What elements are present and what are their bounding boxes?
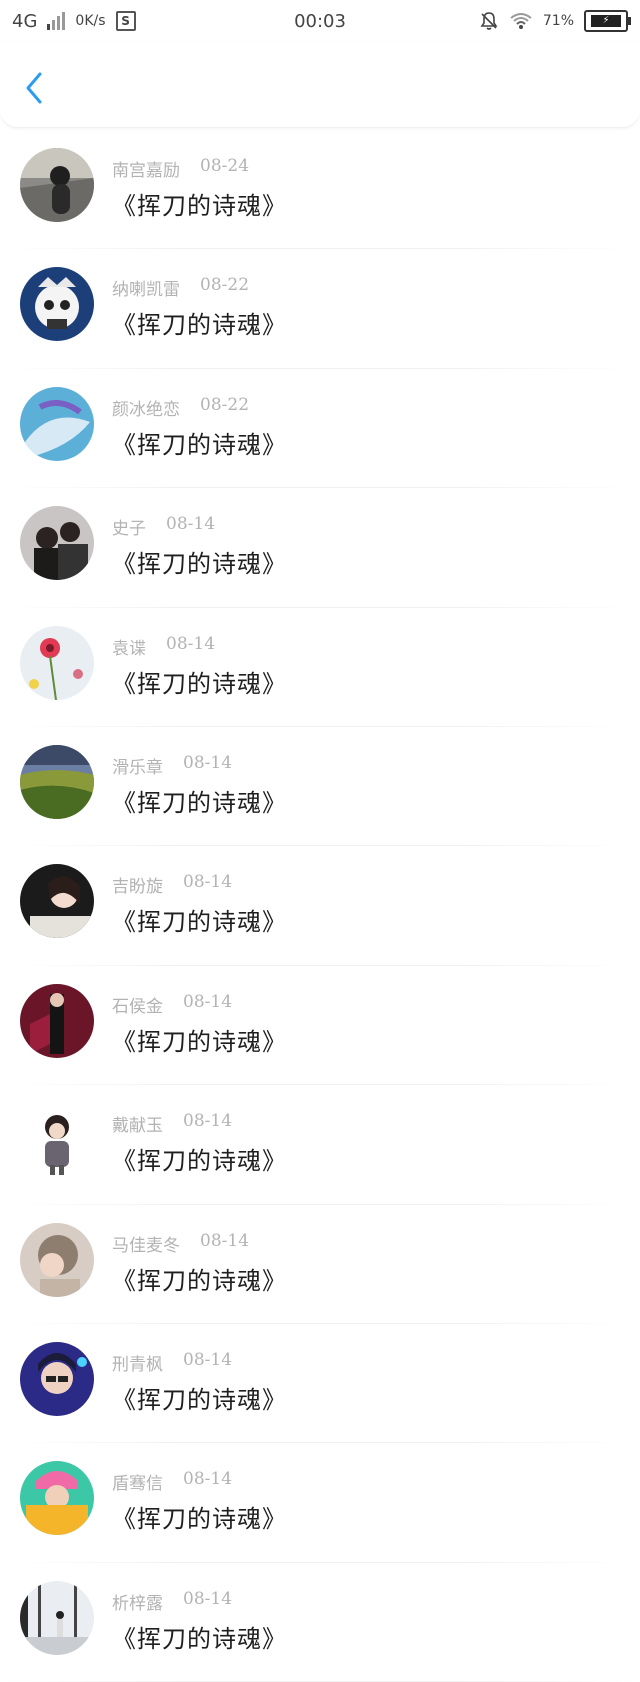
author-name: 史子: [112, 519, 146, 540]
author-name: 析梓露: [112, 1593, 163, 1614]
item-meta: 盾骞信 08-14: [112, 1469, 232, 1494]
list-item[interactable]: 戴献玉 08-14 《挥刀的诗魂》: [0, 1085, 640, 1205]
comment-list: 南宫嘉励 08-24 《挥刀的诗魂》 纳喇凯雷 08-22 《挥刀的诗魂》 颜冰…: [0, 130, 640, 1682]
list-item[interactable]: 颜冰绝恋 08-22 《挥刀的诗魂》: [0, 369, 640, 489]
item-meta: 戴献玉 08-14: [112, 1111, 232, 1136]
avatar[interactable]: [20, 983, 94, 1058]
list-item[interactable]: 盾骞信 08-14 《挥刀的诗魂》: [0, 1443, 640, 1563]
list-item[interactable]: 析梓露 08-14 《挥刀的诗魂》: [0, 1563, 640, 1682]
item-title: 《挥刀的诗魂》: [112, 669, 287, 698]
item-title: 《挥刀的诗魂》: [112, 1147, 287, 1176]
item-meta: 吉盼旋 08-14: [112, 872, 232, 897]
list-item[interactable]: 刑青枫 08-14 《挥刀的诗魂》: [0, 1324, 640, 1444]
author-name: 马佳麦冬: [112, 1235, 180, 1256]
list-item[interactable]: 纳喇凯雷 08-22 《挥刀的诗魂》: [0, 249, 640, 369]
author-name: 戴献玉: [112, 1116, 163, 1137]
item-title: 《挥刀的诗魂》: [112, 192, 287, 220]
item-date: 08-14: [183, 991, 233, 1012]
avatar[interactable]: [20, 386, 94, 461]
author-name: 滑乐章: [112, 757, 163, 778]
list-item[interactable]: 史子 08-14 《挥刀的诗魂》: [0, 488, 640, 608]
avatar[interactable]: [20, 1461, 94, 1536]
item-title: 《挥刀的诗魂》: [112, 908, 287, 937]
item-date: 08-14: [166, 633, 216, 654]
chevron-left-icon: [26, 72, 42, 104]
item-date: 08-14: [166, 514, 216, 535]
avatar[interactable]: [20, 625, 94, 700]
avatar[interactable]: [20, 506, 94, 581]
avatar[interactable]: [20, 1341, 94, 1416]
speed-label: 0K/s: [75, 13, 106, 29]
author-name: 石侯金: [112, 996, 163, 1017]
list-item[interactable]: 袁谍 08-14 《挥刀的诗魂》: [0, 608, 640, 727]
avatar[interactable]: [20, 148, 94, 222]
item-date: 08-22: [200, 275, 250, 296]
avatar[interactable]: [20, 267, 94, 342]
item-date: 08-22: [200, 394, 250, 415]
clock: 00:03: [294, 10, 346, 32]
item-title: 《挥刀的诗魂》: [112, 1266, 287, 1295]
battery-percent: 71%: [542, 13, 574, 29]
avatar[interactable]: [20, 744, 94, 819]
item-date: 08-14: [200, 1230, 250, 1251]
author-name: 袁谍: [112, 638, 146, 659]
status-left: 4G 0K/s S: [12, 11, 136, 32]
item-date: 08-14: [183, 1111, 233, 1132]
signal-icon: [47, 12, 66, 30]
item-date: 08-24: [200, 156, 250, 176]
item-meta: 史子 08-14: [112, 514, 215, 539]
avatar[interactable]: [20, 1580, 94, 1655]
list-item[interactable]: 滑乐章 08-14 《挥刀的诗魂》: [0, 727, 640, 847]
item-meta: 刑青枫 08-14: [112, 1350, 232, 1375]
list-item[interactable]: 石侯金 08-14 《挥刀的诗魂》: [0, 966, 640, 1086]
item-date: 08-14: [183, 1469, 233, 1490]
status-bar: 4G 0K/s S 00:03 71% ⚡: [0, 0, 640, 42]
sync-icon: S: [115, 11, 136, 31]
list-item[interactable]: 马佳麦冬 08-14 《挥刀的诗魂》: [0, 1205, 640, 1324]
network-label: 4G: [12, 10, 38, 32]
item-date: 08-14: [183, 872, 233, 893]
item-meta: 石侯金 08-14: [112, 992, 232, 1017]
author-name: 盾骞信: [112, 1474, 163, 1495]
author-name: 吉盼旋: [112, 877, 163, 898]
item-title: 《挥刀的诗魂》: [112, 1385, 287, 1414]
wifi-icon: [510, 13, 532, 29]
item-meta: 滑乐章 08-14: [112, 753, 232, 778]
author-name: 南宫嘉励: [112, 161, 180, 181]
item-meta: 南宫嘉励 08-24: [112, 156, 249, 181]
avatar[interactable]: [20, 1103, 94, 1178]
battery-icon: ⚡: [584, 10, 631, 32]
list-item[interactable]: 吉盼旋 08-14 《挥刀的诗魂》: [0, 846, 640, 966]
status-right: 71% ⚡: [479, 10, 631, 32]
mute-bell-icon: [480, 12, 498, 30]
item-title: 《挥刀的诗魂》: [112, 430, 287, 459]
item-date: 08-14: [183, 1588, 233, 1609]
item-title: 《挥刀的诗魂》: [112, 1027, 287, 1056]
item-title: 《挥刀的诗魂》: [112, 311, 287, 340]
top-nav-bar: [0, 42, 640, 128]
item-meta: 纳喇凯雷 08-22: [112, 275, 249, 300]
item-title: 《挥刀的诗魂》: [112, 550, 287, 579]
item-date: 08-14: [183, 752, 233, 773]
avatar[interactable]: [20, 864, 94, 939]
avatar[interactable]: [20, 1222, 94, 1297]
item-meta: 袁谍 08-14: [112, 634, 215, 659]
item-meta: 马佳麦冬 08-14: [112, 1231, 249, 1256]
list-item[interactable]: 南宫嘉励 08-24 《挥刀的诗魂》: [0, 130, 640, 250]
author-name: 刑青枫: [112, 1354, 163, 1375]
back-button[interactable]: [20, 70, 50, 106]
item-meta: 颜冰绝恋 08-22: [112, 395, 249, 420]
item-title: 《挥刀的诗魂》: [112, 1505, 287, 1534]
item-title: 《挥刀的诗魂》: [112, 1624, 287, 1653]
item-date: 08-14: [183, 1349, 233, 1370]
item-title: 《挥刀的诗魂》: [112, 788, 287, 817]
author-name: 纳喇凯雷: [112, 280, 180, 301]
item-meta: 析梓露 08-14: [112, 1589, 232, 1614]
author-name: 颜冰绝恋: [112, 399, 180, 420]
